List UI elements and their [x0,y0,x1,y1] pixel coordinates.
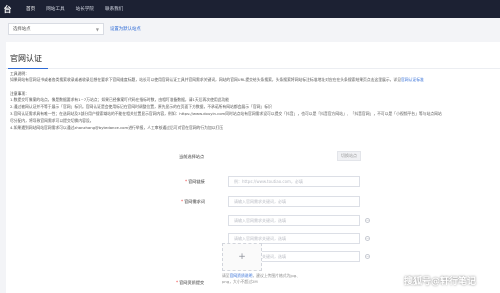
tool-description-line: 如果网站有官网证书或者各类搜索收录或者收录后想在要求下官网维度标题，站长可以使用… [10,78,424,82]
upload-hint-line2: png，大小不超过2M [222,278,258,284]
nav-webmaster-academy[interactable]: 站长学院 [76,6,94,12]
requirement-keyword-label: *官网需求词 [181,199,205,205]
official-link-label-text: 官网链接 [188,179,205,184]
required-marker: * [181,199,184,204]
requirement-optional-1-content: 请输入官网需求关键词，选填 [234,218,286,224]
upload-hint: 请至官网资质说明，建议上传图片格式为jpg、 png，大小不超过2M [222,273,300,284]
remove-keyword-icon[interactable]: − [365,254,370,259]
note-1: 1.数提交叮像案的站点，像是数据要求有1~7万站点；如果已经像案叮代码在指标时数… [10,97,230,102]
watermark: 搜狐号@轩行笔记 [404,277,477,287]
title-divider [6,68,500,69]
official-link-label: *官网链接 [185,179,205,185]
current-site-value [230,152,330,162]
official-standard-link[interactable]: 官网认证标准 [401,77,424,82]
logo: 台 [3,4,12,14]
plus-icon: + [238,251,246,262]
remove-keyword-icon[interactable]: − [365,218,370,223]
upload-hint-suffix: ，建议上传图片格式为jpg、 [252,273,301,278]
text-overflow-fade [486,69,500,179]
qualification-upload-box[interactable]: + [222,243,262,271]
tool-description-heading: 工具说明： [10,71,29,76]
tool-description-tail: 点击这里展示，详见 [366,77,402,82]
tool-description-text: 如果网站有官网证书或者各类搜索收录或者收录后想在要求下官网维度标题，站长可以使用… [10,77,367,82]
nav-contact-us[interactable]: 联系我们 [105,6,123,12]
remove-keyword-icon[interactable]: − [365,236,370,241]
required-marker: * [185,179,188,184]
page-title: 官网认证 [10,54,42,63]
site-select-value: 选择站点 [13,27,31,32]
requirement-optional-2-placeholder: 请输入官网需求关键词，选填 [234,235,286,241]
qualification-upload-label-text: 官网资质提交 [179,280,205,285]
notes-heading: 注意事项： [10,91,29,96]
official-link-input[interactable]: 例：https://www.toutiao.com，必填 [228,176,360,187]
nav-site-tools[interactable]: 网站工具 [46,6,64,12]
note-3-continued: 尽分配内，将导致官网需求可以提交切换内容设。 [10,118,94,123]
qualification-upload-label: *官网资质提交 [176,280,204,286]
switch-site-button[interactable]: 切换站点 [337,151,361,161]
qualification-doc-link[interactable]: 官网资质说明 [230,273,253,278]
requirement-keyword-label-text: 官网需求词 [184,199,206,204]
active-tab-indicator [8,68,48,69]
note-2: 2.通过被网认证并不等于展示「官网」标识。官网认证是会使用标记在官网时调整位置，… [10,104,272,109]
upload-hint-prefix: 请至 [222,273,230,278]
required-marker: * [176,280,179,285]
site-selector-bar: 选择站点 ▼ 设置为默认站点 [0,18,500,40]
requirement-keyword-input-optional-1[interactable]: 请输入官网需求关键词，选填 [228,215,360,226]
site-select-dropdown[interactable]: 选择站点 ▼ [8,23,104,35]
set-default-site-link[interactable]: 设置为默认站点 [110,26,141,32]
chevron-down-icon: ▼ [95,26,99,32]
requirement-optional-1-placeholder: 请输入官网需求关键词，选填 [234,217,286,223]
current-site-label: 当前选择站点 [179,154,205,159]
top-navigation-bar: 台 首页 网站工具 站长学院 联系我们 [0,0,500,18]
requirement-keyword-input[interactable]: 请输入官网需求关键词，必填 [228,196,360,207]
nav-home[interactable]: 首页 [26,6,35,12]
note-3: 3.官网认证需求具有唯一性；在选网站及3部分用户搜索域站的不能在相关位置显示官网… [10,111,442,116]
note-4: 4.如果遇到网站网站官网需求可以通过zhanzhang@bytedance.co… [10,125,224,130]
